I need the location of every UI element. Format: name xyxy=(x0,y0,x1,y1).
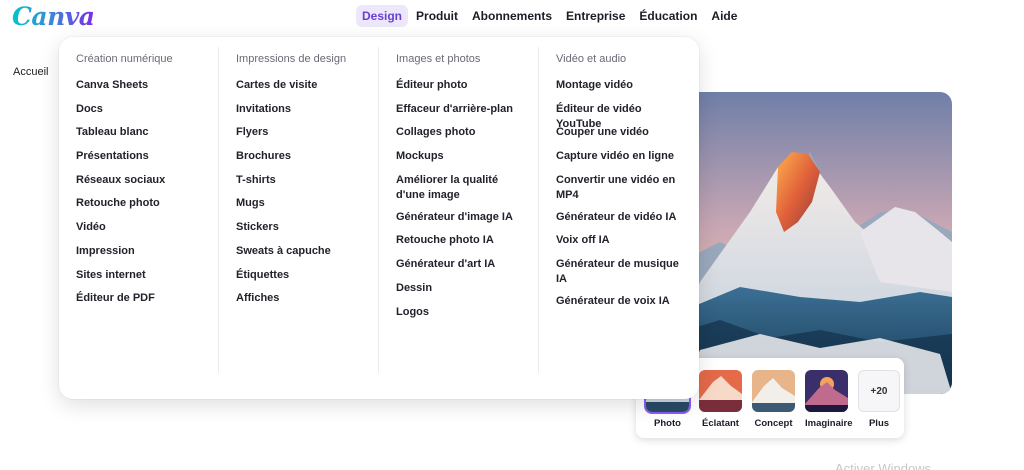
nav-entreprise[interactable]: Entreprise xyxy=(560,5,631,27)
chip-eclatant[interactable]: Éclatant xyxy=(699,370,742,438)
column-title: Impressions de design xyxy=(236,53,347,65)
menu-item[interactable]: Sites internet xyxy=(76,268,218,283)
menu-column-images: Images et photos Éditeur photo Effaceur … xyxy=(379,47,539,373)
column-title: Création numérique xyxy=(76,53,173,65)
activation-watermark: Activer Windows xyxy=(835,461,932,470)
menu-item[interactable]: Stickers xyxy=(236,220,378,235)
chip-label: Plus xyxy=(868,418,890,429)
menu-item[interactable]: Canva Sheets xyxy=(76,78,218,93)
menu-item[interactable]: Tableau blanc xyxy=(76,125,218,140)
menu-item[interactable]: Retouche photo IA xyxy=(396,233,538,248)
canva-logo[interactable]: Canva xyxy=(12,2,95,31)
menu-item[interactable]: Montage vidéo xyxy=(556,78,699,93)
menu-item[interactable]: Effaceur d'arrière-plan xyxy=(396,102,538,117)
menu-item[interactable]: Affiches xyxy=(236,291,378,306)
menu-item[interactable]: Cartes de visite xyxy=(236,78,378,93)
chip-label: Imaginaire xyxy=(805,418,853,429)
nav-abonnements[interactable]: Abonnements xyxy=(466,5,558,27)
chip-label: Concept xyxy=(754,418,793,429)
menu-item[interactable]: Générateur de musique IA xyxy=(556,257,699,287)
more-count: +20 xyxy=(858,370,900,412)
menu-item[interactable]: Vidéo xyxy=(76,220,218,235)
menu-item[interactable]: Brochures xyxy=(236,149,378,164)
nav-education[interactable]: Éducation xyxy=(633,5,703,27)
menu-item[interactable]: Voix off IA xyxy=(556,233,699,248)
menu-item[interactable]: Capture vidéo en ligne xyxy=(556,149,699,164)
menu-item[interactable]: Docs xyxy=(76,102,218,117)
menu-item[interactable]: Présentations xyxy=(76,149,218,164)
imaginary-thumbnail xyxy=(805,370,848,412)
hero-mountain-image xyxy=(680,92,952,394)
chip-more[interactable]: +20 Plus xyxy=(858,370,900,438)
menu-item[interactable]: Générateur d'art IA xyxy=(396,257,538,272)
menu-column-digital: Création numérique Canva Sheets Docs Tab… xyxy=(59,47,219,373)
menu-item[interactable]: Dessin xyxy=(396,281,538,296)
column-title: Images et photos xyxy=(396,53,481,65)
menu-item[interactable]: Éditeur photo xyxy=(396,78,538,93)
top-navigation: Design Produit Abonnements Entreprise Éd… xyxy=(356,5,745,27)
menu-column-video: Vidéo et audio Montage vidéo Éditeur de … xyxy=(539,47,699,373)
home-breadcrumb-link[interactable]: Accueil xyxy=(13,66,48,78)
nav-design[interactable]: Design xyxy=(356,5,409,27)
menu-item[interactable]: Générateur d'image IA xyxy=(396,210,538,225)
menu-item[interactable]: Invitations xyxy=(236,102,378,117)
nav-aide[interactable]: Aide xyxy=(705,5,743,27)
menu-item[interactable]: Améliorer la qualité d'une image xyxy=(396,173,538,203)
menu-item[interactable]: Collages photo xyxy=(396,125,538,140)
menu-item[interactable]: Générateur de vidéo IA xyxy=(556,210,699,225)
menu-item[interactable]: Flyers xyxy=(236,125,378,140)
menu-item[interactable]: Logos xyxy=(396,305,538,320)
menu-item[interactable]: Générateur de voix IA xyxy=(556,294,699,309)
menu-item[interactable]: Éditeur de vidéo YouTube xyxy=(556,102,699,130)
chip-imaginaire[interactable]: Imaginaire xyxy=(805,370,853,438)
chip-concept[interactable]: Concept xyxy=(752,370,795,438)
concept-thumbnail xyxy=(752,370,795,412)
chip-label: Photo xyxy=(654,418,681,429)
column-title: Vidéo et audio xyxy=(556,53,627,65)
menu-item[interactable]: Convertir une vidéo en MP4 xyxy=(556,173,699,203)
chip-label: Éclatant xyxy=(702,418,739,429)
menu-item[interactable]: Étiquettes xyxy=(236,268,378,283)
menu-item[interactable]: T-shirts xyxy=(236,173,378,188)
design-mega-menu: Création numérique Canva Sheets Docs Tab… xyxy=(59,37,699,399)
nav-produit[interactable]: Produit xyxy=(410,5,464,27)
menu-item[interactable]: Éditeur de PDF xyxy=(76,291,218,306)
menu-column-print: Impressions de design Cartes de visite I… xyxy=(219,47,379,373)
menu-item[interactable]: Réseaux sociaux xyxy=(76,173,218,188)
menu-item[interactable]: Couper une vidéo xyxy=(556,125,699,140)
menu-item[interactable]: Sweats à capuche xyxy=(236,244,378,259)
menu-item[interactable]: Mockups xyxy=(396,149,538,164)
menu-item[interactable]: Retouche photo xyxy=(76,196,218,211)
menu-item[interactable]: Impression xyxy=(76,244,218,259)
vibrant-thumbnail xyxy=(699,370,742,412)
menu-item[interactable]: Mugs xyxy=(236,196,378,211)
